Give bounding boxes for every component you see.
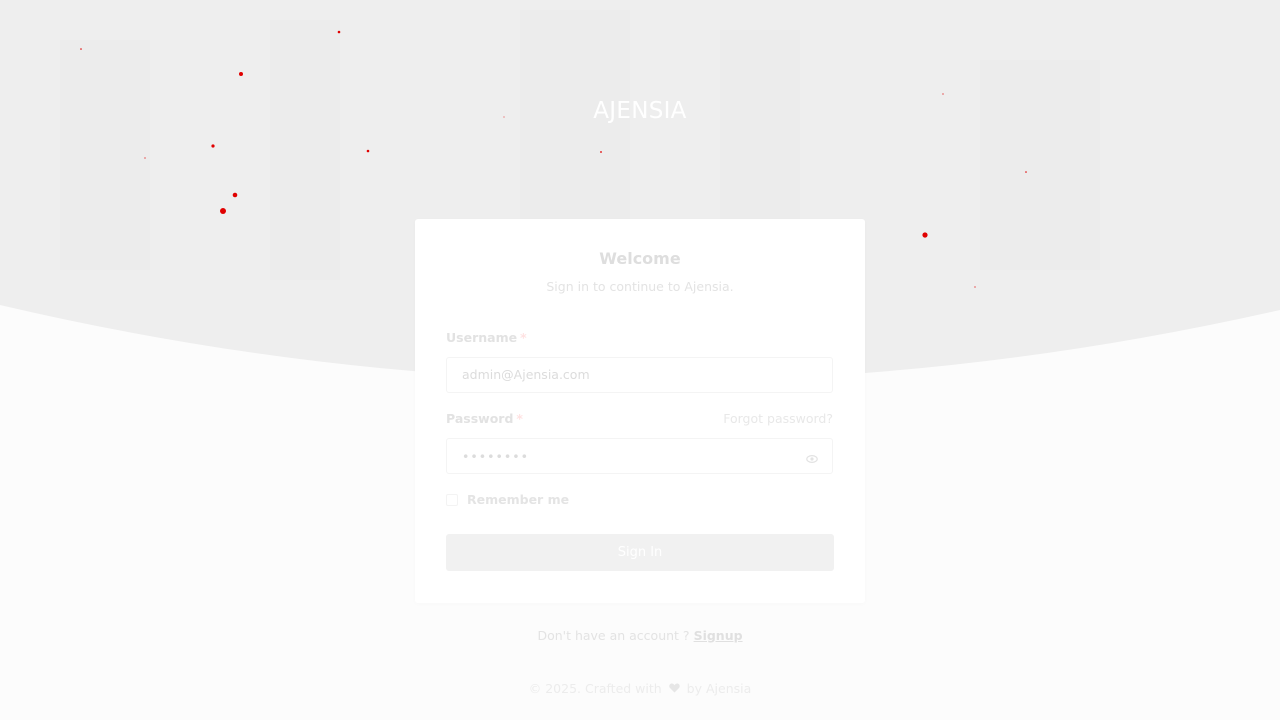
login-subtitle: Sign in to continue to Ajensia. — [546, 279, 734, 294]
signup-prompt-text: Don't have an account ? — [537, 628, 690, 643]
login-card: Welcome Sign in to continue to Ajensia. … — [415, 219, 865, 603]
signup-prompt: Don't have an account ? Signup — [0, 628, 1280, 643]
password-value: •••••••• — [462, 449, 529, 464]
signup-link[interactable]: Signup — [694, 628, 743, 643]
forgot-password-link[interactable]: Forgot password? — [723, 411, 833, 426]
footer-suffix: by Ajensia — [686, 681, 752, 696]
password-required-mark: * — [516, 411, 523, 426]
password-label: Password * — [446, 411, 523, 426]
password-input[interactable]: •••••••• — [446, 438, 833, 474]
footer-prefix: © 2025. Crafted with — [528, 681, 662, 696]
username-input[interactable]: admin@Ajensia.com — [446, 357, 833, 393]
remember-me-label[interactable]: Remember me — [467, 492, 569, 507]
sign-in-button[interactable]: Sign In — [446, 534, 834, 571]
password-label-text: Password — [446, 411, 514, 426]
footer: © 2025. Crafted with by Ajensia — [0, 681, 1280, 696]
username-label: Username * — [446, 330, 527, 345]
login-page: AJENSIA Welcome Sign in to continue to A… — [0, 0, 1280, 720]
heart-icon — [668, 681, 680, 696]
username-label-text: Username — [446, 330, 518, 345]
login-title: Welcome — [599, 249, 681, 268]
username-required-mark: * — [520, 330, 527, 345]
brand-logo-text: AJENSIA — [593, 98, 687, 124]
eye-icon[interactable] — [806, 450, 818, 464]
remember-me-checkbox[interactable] — [446, 494, 458, 506]
username-value: admin@Ajensia.com — [462, 367, 590, 382]
